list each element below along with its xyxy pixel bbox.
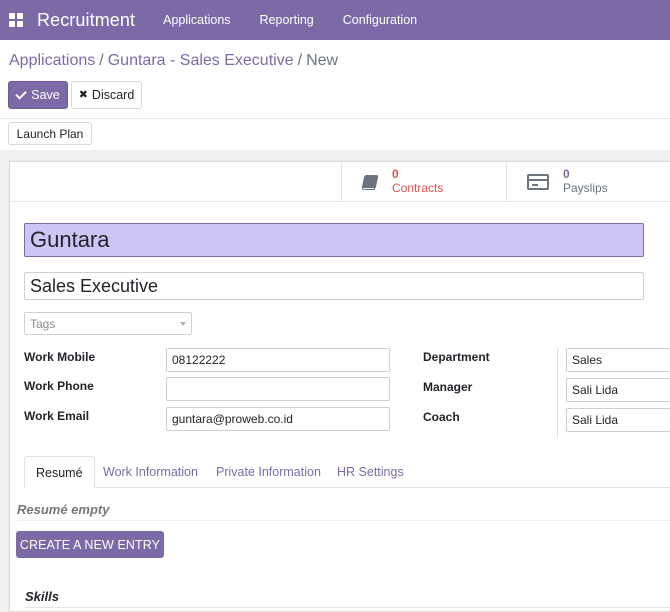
app-brand[interactable]: Recruitment <box>37 10 135 31</box>
check-icon <box>15 87 27 100</box>
nav-reporting[interactable]: Reporting <box>260 13 314 27</box>
save-label: Save <box>31 88 60 102</box>
tags-placeholder: Tags <box>30 316 56 331</box>
credit-card-icon <box>527 174 549 190</box>
payslips-count: 0 <box>563 167 570 182</box>
department-label: Department <box>423 350 490 364</box>
discard-label: Discard <box>91 88 135 102</box>
tab-work-information[interactable]: Work Information <box>92 456 209 488</box>
apps-menu-icon[interactable] <box>9 13 23 27</box>
breadcrumb-current: New <box>306 52 339 69</box>
breadcrumb-separator: / <box>99 52 104 69</box>
payslips-label: Payslips <box>563 181 608 195</box>
launch-plan-button[interactable]: Launch Plan <box>8 122 92 145</box>
breadcrumb-applications[interactable]: Applications <box>9 52 95 69</box>
manager-select[interactable]: Sali Lida <box>566 378 670 402</box>
tags-input[interactable]: Tags <box>24 312 192 335</box>
work-mobile-input[interactable]: 08122222 <box>166 348 390 372</box>
coach-select[interactable]: Sali Lida <box>566 408 670 432</box>
manager-label: Manager <box>423 380 473 394</box>
close-icon: ✖ <box>78 88 88 101</box>
payslips-stat-button[interactable]: 0 Payslips <box>506 162 670 202</box>
contracts-stat-button[interactable]: 0 Contracts <box>341 162 506 202</box>
create-new-entry-button[interactable]: CREATE A NEW ENTRY <box>16 531 164 558</box>
tab-hr-settings[interactable]: HR Settings <box>326 456 415 488</box>
contracts-count: 0 <box>392 167 399 182</box>
save-button[interactable]: Save <box>8 81 68 109</box>
discard-button[interactable]: ✖ Discard <box>71 81 142 109</box>
breadcrumb-separator: / <box>297 52 303 69</box>
tab-resume[interactable]: Resumé <box>24 456 95 489</box>
work-phone-label: Work Phone <box>24 379 94 393</box>
coach-label: Coach <box>423 410 460 424</box>
breadcrumb-applicant[interactable]: Guntara - Sales Executive <box>108 52 294 69</box>
job-title-input[interactable]: Sales Executive <box>24 272 644 300</box>
form-sheet: 0 Contracts 0 Payslips Guntara Sales Exe… <box>9 161 670 612</box>
department-select[interactable]: Sales <box>566 348 670 372</box>
contracts-label: Contracts <box>392 181 444 195</box>
divider <box>25 607 670 608</box>
column-separator <box>557 348 558 438</box>
top-navbar: Recruitment Applications Reporting Confi… <box>0 0 670 40</box>
smart-button-box: 0 Contracts 0 Payslips <box>10 162 670 202</box>
divider <box>0 118 670 119</box>
skills-section-title: Skills <box>25 589 59 604</box>
work-mobile-label: Work Mobile <box>24 350 96 364</box>
work-email-input[interactable]: guntara@proweb.co.id <box>166 407 390 431</box>
divider <box>17 520 670 521</box>
tab-private-information[interactable]: Private Information <box>205 456 332 488</box>
resume-empty-text: Resumé empty <box>17 502 110 517</box>
book-icon <box>361 174 379 191</box>
work-email-label: Work Email <box>24 409 90 423</box>
nav-configuration[interactable]: Configuration <box>343 13 417 27</box>
breadcrumb: Applications / Guntara - Sales Executive / N… <box>9 52 338 70</box>
notebook-tabs: Resumé Work Information Private Informat… <box>24 456 670 489</box>
employee-name-input[interactable]: Guntara <box>24 223 644 257</box>
work-phone-input[interactable] <box>166 377 390 401</box>
nav-applications[interactable]: Applications <box>163 13 230 27</box>
caret-down-icon <box>180 322 186 326</box>
